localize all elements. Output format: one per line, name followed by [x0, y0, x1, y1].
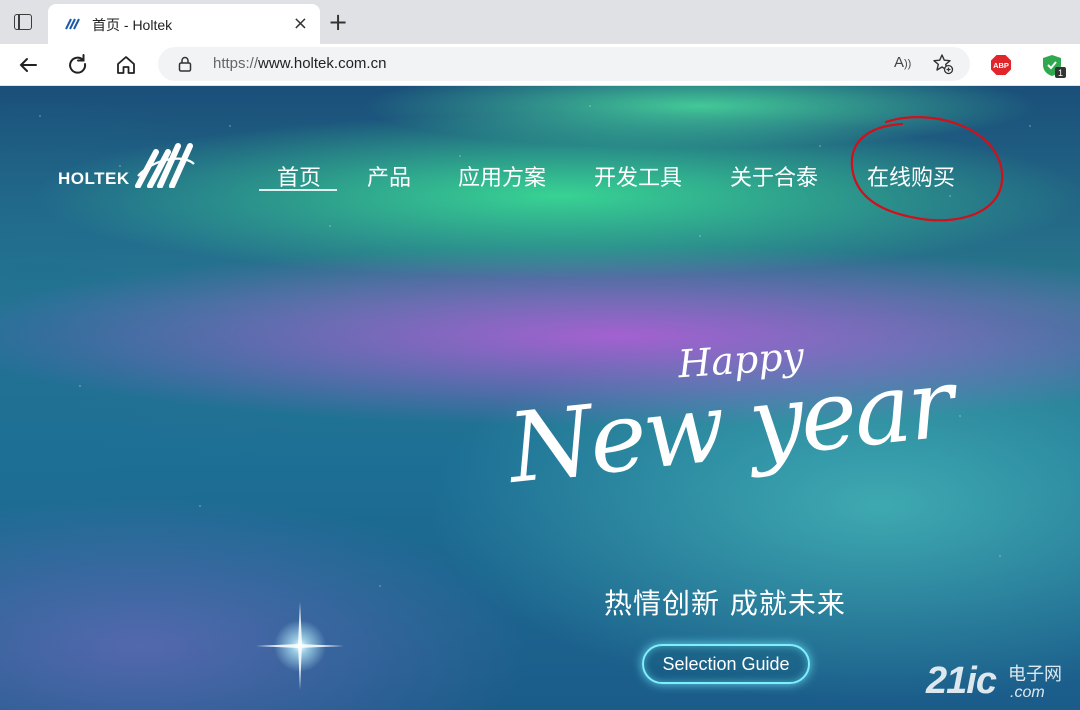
adblock-plus-icon[interactable]: ABP	[990, 54, 1012, 76]
url-text[interactable]: https://www.holtek.com.cn	[213, 55, 386, 72]
tab-actions-icon[interactable]	[14, 14, 32, 30]
svg-text:1: 1	[1058, 68, 1063, 78]
holtek-favicon-icon	[65, 18, 80, 30]
address-bar[interactable]: https://www.holtek.com.cn A))	[158, 47, 970, 81]
close-tab-icon[interactable]: ×	[293, 13, 308, 34]
shield-extension-icon[interactable]: 1	[1040, 52, 1068, 80]
browser-tab-strip: 首页 - Holtek × +	[0, 0, 1080, 44]
new-tab-button[interactable]: +	[328, 8, 348, 36]
home-icon[interactable]	[112, 51, 140, 79]
back-arrow-icon[interactable]	[14, 51, 42, 79]
refresh-icon[interactable]	[64, 51, 92, 79]
url-host: www.holtek.com.cn	[258, 55, 387, 72]
new-year-text: New year	[503, 347, 957, 505]
read-aloud-icon[interactable]: A))	[894, 54, 911, 71]
nav-item-products[interactable]: 产品	[367, 160, 411, 192]
holtek-logo-mark-icon	[135, 143, 195, 188]
watermark-number: 21ic	[926, 660, 997, 702]
lock-icon[interactable]	[178, 56, 192, 72]
selection-guide-button[interactable]: Selection Guide	[642, 644, 810, 684]
svg-text:ABP: ABP	[993, 61, 1009, 70]
holtek-logo[interactable]: HOLTEK	[56, 142, 196, 194]
star-flare-icon	[256, 602, 344, 690]
hero-slogan: 热情创新 成就未来	[604, 587, 846, 620]
nav-item-dev-tools[interactable]: 开发工具	[594, 160, 682, 192]
url-scheme: https://	[213, 55, 259, 72]
red-annotation-circle	[850, 116, 1004, 222]
add-favorite-icon[interactable]	[932, 53, 954, 75]
page-viewport: HOLTEK 首页 产品 应用方案 开发工具 关于合泰 在线购买 Happy N…	[0, 86, 1080, 710]
happy-new-year-greeting: Happy New year	[500, 334, 970, 548]
watermark-domain: .com	[1010, 684, 1045, 701]
tab-title: 首页 - Holtek	[92, 17, 173, 33]
21ic-watermark: 21ic 电子网 .com	[926, 660, 1062, 703]
nav-item-home[interactable]: 首页	[277, 160, 321, 192]
watermark-cn: 电子网	[1008, 664, 1062, 685]
nav-item-about[interactable]: 关于合泰	[730, 160, 818, 192]
nav-item-solutions[interactable]: 应用方案	[458, 160, 546, 192]
browser-tab[interactable]: 首页 - Holtek ×	[48, 4, 320, 44]
logo-text: HOLTEK	[58, 169, 130, 188]
nav-active-underline	[259, 189, 337, 191]
browser-toolbar: https://www.holtek.com.cn A)) ABP 1	[0, 44, 1080, 86]
